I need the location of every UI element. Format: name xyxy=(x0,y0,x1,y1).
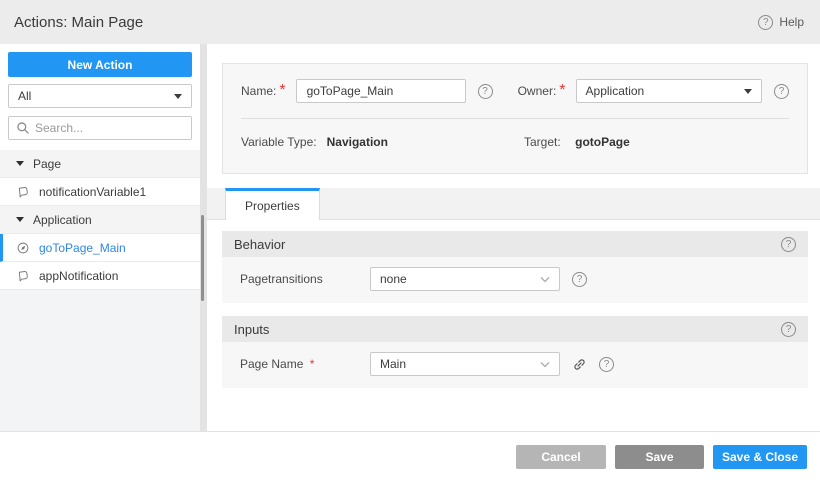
owner-help-icon[interactable]: ? xyxy=(774,83,789,99)
chevron-down-icon xyxy=(540,276,550,282)
tree-item-label: appNotification xyxy=(39,268,119,283)
tree-item-appnotification[interactable]: appNotification xyxy=(0,262,200,290)
behavior-section: Behavior ? Pagetransitions none ? xyxy=(222,231,808,303)
required-marker: * xyxy=(279,82,286,99)
sidebar: New Action All Page notificationVariable… xyxy=(0,44,200,431)
action-tree: Page notificationVariable1 Application g… xyxy=(0,150,200,290)
help-icon: ? xyxy=(758,14,774,30)
inputs-section-title: Inputs xyxy=(234,321,270,337)
filter-select-value: All xyxy=(18,89,32,103)
tab-bar: Properties xyxy=(207,188,820,220)
cancel-button[interactable]: Cancel xyxy=(516,445,606,469)
footer-bar: Cancel Save Save & Close xyxy=(0,431,820,488)
behavior-help-icon[interactable]: ? xyxy=(781,236,796,252)
expand-caret-icon[interactable] xyxy=(16,161,24,166)
link-icon xyxy=(574,358,585,370)
variable-type-value: Navigation xyxy=(326,135,388,149)
filter-select[interactable]: All xyxy=(8,84,192,108)
variable-type-label: Variable Type: xyxy=(241,135,317,149)
pagetransitions-value: none xyxy=(380,272,407,286)
tree-group-page[interactable]: Page xyxy=(0,150,200,178)
inputs-help-icon[interactable]: ? xyxy=(781,321,796,337)
tree-group-label: Application xyxy=(33,212,92,227)
owner-select[interactable]: Application xyxy=(575,79,762,103)
name-help-icon[interactable]: ? xyxy=(477,83,493,99)
new-action-button[interactable]: New Action xyxy=(8,52,192,77)
save-and-close-button[interactable]: Save & Close xyxy=(713,445,807,469)
page-name-value: Main xyxy=(380,357,407,371)
caret-down-icon xyxy=(744,88,752,94)
tree-item-gotopage-main[interactable]: goToPage_Main xyxy=(0,234,200,262)
caret-down-icon xyxy=(174,93,182,99)
name-input[interactable] xyxy=(295,79,466,103)
app-header: Actions: Main Page ? Help xyxy=(0,0,820,44)
search-box xyxy=(8,116,192,140)
inputs-section-header: Inputs ? xyxy=(222,316,808,342)
tree-group-application[interactable]: Application xyxy=(0,206,200,234)
behavior-section-title: Behavior xyxy=(234,236,286,252)
pagetransitions-dropdown[interactable]: none xyxy=(370,267,560,291)
panel-divider xyxy=(200,44,207,431)
tab-properties[interactable]: Properties xyxy=(225,188,320,220)
tree-group-label: Page xyxy=(33,156,62,171)
content-area: New Action All Page notificationVariable… xyxy=(0,44,820,431)
pagetransitions-label: Pagetransitions xyxy=(240,272,323,286)
tab-label: Properties xyxy=(245,198,300,213)
page-name-dropdown[interactable]: Main xyxy=(370,352,560,376)
pagetransitions-help-icon[interactable]: ? xyxy=(572,271,587,287)
search-input[interactable] xyxy=(35,121,190,135)
page-name-label: Page Name * xyxy=(240,357,370,371)
expand-caret-icon[interactable] xyxy=(16,217,24,222)
inputs-section: Inputs ? Page Name * Main ? xyxy=(222,316,808,388)
search-icon xyxy=(17,122,29,134)
target-label: Target: xyxy=(524,135,561,149)
inputs-section-body: Page Name * Main ? xyxy=(222,342,808,388)
required-marker: * xyxy=(559,82,566,99)
target-value: gotoPage xyxy=(575,135,630,149)
main-panel: Name: * ? Owner: * Application ? Variabl… xyxy=(207,44,820,431)
chevron-down-icon xyxy=(540,361,550,367)
link-binding-button[interactable] xyxy=(572,357,587,372)
action-summary-form: Name: * ? Owner: * Application ? Variabl… xyxy=(222,63,808,174)
sidebar-scrollbar[interactable] xyxy=(201,215,204,301)
tree-item-notificationvariable1[interactable]: notificationVariable1 xyxy=(0,178,200,206)
help-button[interactable]: ? Help xyxy=(758,14,804,30)
name-label: Name: xyxy=(241,84,277,98)
behavior-section-header: Behavior ? xyxy=(222,231,808,257)
page-name-label-text: Page Name xyxy=(240,357,304,371)
page-name-help-icon[interactable]: ? xyxy=(599,356,614,372)
notification-icon xyxy=(18,270,28,281)
required-marker: * xyxy=(309,357,315,371)
owner-label: Owner: xyxy=(517,84,557,98)
tree-item-label: notificationVariable1 xyxy=(39,184,147,199)
notification-icon xyxy=(18,186,28,197)
tree-item-label: goToPage_Main xyxy=(39,240,126,255)
owner-select-value: Application xyxy=(585,84,645,98)
page-title: Actions: Main Page xyxy=(14,13,144,31)
save-button[interactable]: Save xyxy=(615,445,704,469)
navigation-icon xyxy=(17,242,29,253)
help-label: Help xyxy=(779,15,804,29)
sidebar-empty-area xyxy=(0,290,200,431)
behavior-section-body: Pagetransitions none ? xyxy=(222,257,808,303)
